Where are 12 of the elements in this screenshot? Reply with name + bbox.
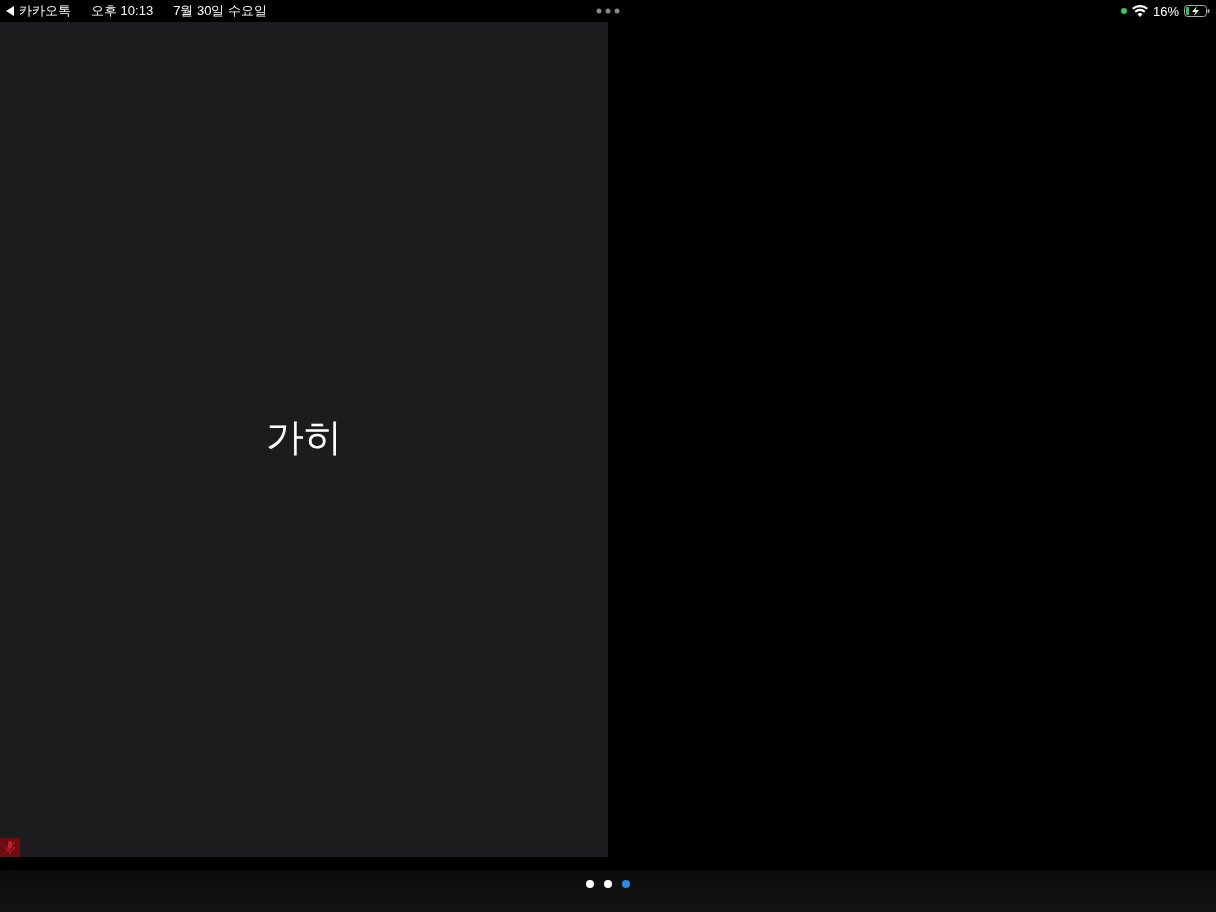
status-time: 오후 10:13 <box>91 2 154 20</box>
page-dot[interactable] <box>586 880 594 888</box>
multitasking-icon[interactable] <box>596 8 620 14</box>
participant-name: 가히 <box>266 415 342 460</box>
wifi-icon <box>1131 5 1148 17</box>
back-icon[interactable] <box>6 6 15 16</box>
battery-percent: 16% <box>1152 3 1179 19</box>
page-dot[interactable] <box>622 880 630 888</box>
back-app-label[interactable]: 카카오톡 <box>19 2 71 20</box>
page-dot[interactable] <box>604 880 612 888</box>
status-date: 7월 30일 수요일 <box>173 2 268 20</box>
camera-indicator-icon <box>1120 8 1127 14</box>
